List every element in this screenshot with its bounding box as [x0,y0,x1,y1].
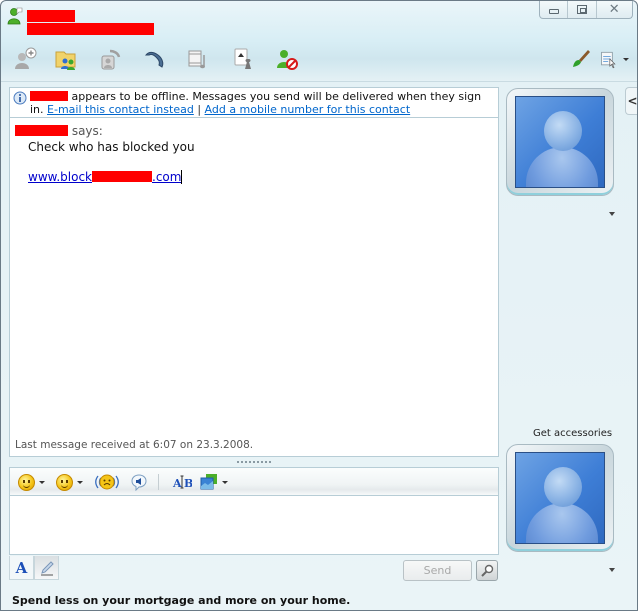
voice-clip-icon [131,474,147,491]
chevron-down-icon [222,480,228,484]
media-icon [188,50,205,69]
my-picture-menu-arrow[interactable] [609,568,615,572]
message-text: Check who has blocked you [28,140,195,154]
invite-contact-button[interactable] [11,45,39,73]
add-contact-icon [15,47,37,69]
window-controls: ✕ [539,1,633,19]
info-icon [13,91,27,105]
maximize-icon [576,5,587,14]
offline-contact-redacted [30,91,68,101]
display-picture-column: Get accessories [499,81,623,610]
email-contact-link[interactable]: E-mail this contact instead [47,103,194,116]
contact-display-picture[interactable] [506,88,614,196]
title-bar: [redacted] [redacted] ✕ [1,1,637,41]
link-prefix: www.block [28,170,92,184]
block-contact-button[interactable] [273,45,301,73]
shared-folder-icon [55,51,76,70]
input-toolbar: A B [9,467,499,495]
message-link[interactable]: www.block .com [28,170,493,184]
font-icon: A B [172,475,192,490]
theme-button[interactable] [567,45,595,73]
video-call-button[interactable] [96,45,124,73]
resize-grip[interactable] [237,461,271,463]
paintbrush-icon [573,50,590,67]
nudge-button[interactable] [94,472,120,492]
send-button[interactable]: Send [403,560,472,581]
offline-info-bar: appears to be offline. Messages you send… [10,88,498,118]
phone-icon [144,51,164,68]
games-icon [234,48,251,69]
font-button[interactable]: A B [172,472,192,492]
activities-button[interactable] [185,45,213,73]
toolbar-separator [158,474,159,490]
last-message-timestamp: Last message received at 6:07 on 23.3.20… [15,439,254,451]
link-suffix: .com [152,170,182,184]
search-button[interactable] [476,560,498,581]
background-icon [200,474,217,490]
pen-icon [40,560,54,576]
font-tab[interactable]: A [9,556,34,580]
text-caret [181,170,183,184]
contact-name-redacted: [redacted] [27,10,75,22]
maximize-button[interactable] [568,1,597,18]
winks-button[interactable] [56,472,83,492]
sender-name-redacted [15,125,68,136]
block-contact-icon [277,50,298,70]
chevron-down-icon [623,57,629,61]
message-sender-line: says: [15,124,493,138]
voice-call-button[interactable] [141,45,169,73]
format-tabs: A [9,556,59,580]
close-button[interactable]: ✕ [597,1,632,18]
get-accessories-link[interactable]: Get accessories [533,428,612,439]
contact-status-redacted: [redacted] [27,23,154,35]
says-label: says: [71,124,103,138]
chat-window: [redacted] [redacted] ✕ [0,0,638,611]
chevron-left-icon: < [627,94,638,108]
smiley-icon [18,473,35,491]
main-toolbar [1,43,637,79]
search-icon [481,564,494,577]
svg-text:B: B [184,477,192,490]
collapse-sidebar-button[interactable]: < [625,87,638,115]
font-tab-label: A [15,558,28,577]
link-separator: | [197,103,202,116]
send-files-button[interactable] [52,45,80,73]
my-display-picture[interactable] [506,444,614,552]
contact-picture-menu-arrow[interactable] [609,212,615,216]
emoticons-button[interactable] [18,472,45,492]
default-avatar-icon [515,452,605,544]
chevron-down-icon [39,480,45,484]
conversation-pane: appears to be offline. Messages you send… [9,87,499,457]
advertisement-text[interactable]: Spend less on your mortgage and more on … [12,594,350,607]
nudge-icon [95,474,119,490]
games-button[interactable] [230,45,258,73]
handwriting-tab[interactable] [34,556,59,580]
minimize-button[interactable] [540,1,569,18]
messenger-buddy-icon [7,7,23,25]
background-button[interactable] [200,472,228,492]
chevron-down-icon [77,480,83,484]
message-history: says: Check who has blocked you www.bloc… [10,119,498,456]
show-menu-button[interactable] [597,45,631,73]
add-mobile-link[interactable]: Add a mobile number for this contact [205,103,411,116]
link-redacted [92,171,152,182]
default-avatar-icon [515,96,605,188]
webcam-call-icon [101,49,121,70]
close-icon: ✕ [608,2,620,17]
minimize-icon [548,8,559,14]
wink-icon [56,473,73,491]
menu-icon [601,51,616,69]
message-input[interactable] [9,495,499,555]
voice-clip-button[interactable] [130,472,148,492]
